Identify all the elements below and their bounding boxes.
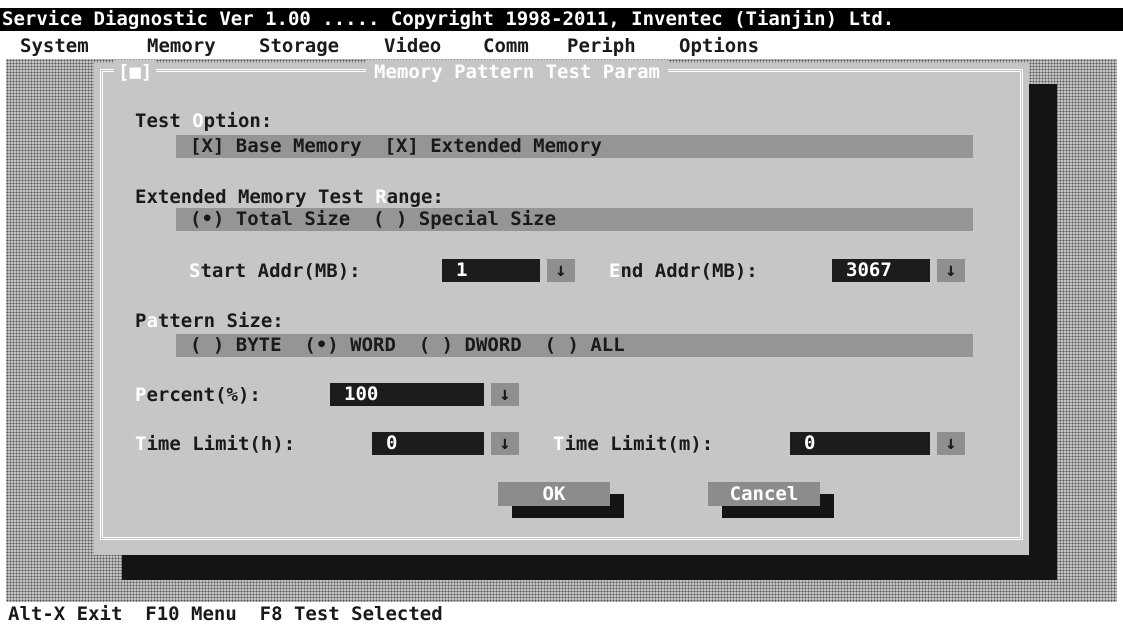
time-limit-m-input[interactable]: 0: [790, 432, 930, 455]
time-limit-h-input[interactable]: 0: [372, 432, 484, 455]
end-addr-hotkey: E: [609, 260, 621, 282]
menu-memory[interactable]: Memory: [147, 34, 216, 58]
pattern-size-hotkey: a: [146, 310, 158, 332]
menu-comm[interactable]: Comm: [483, 34, 529, 58]
menu-bar: System Memory Storage Video Comm Periph …: [0, 31, 1123, 59]
test-option-label: Test Option:: [135, 110, 273, 132]
dialog-close-button[interactable]: [■]: [114, 60, 157, 84]
range-radio-group[interactable]: (•) Total Size ( ) Special Size: [176, 208, 973, 231]
test-option-checkboxes[interactable]: [X] Base Memory [X] Extended Memory: [176, 135, 973, 158]
start-addr-hotkey: S: [189, 260, 201, 282]
percent-input[interactable]: 100: [330, 383, 484, 406]
status-bar: Alt-X Exit F10 Menu F8 Test Selected: [8, 603, 443, 625]
range-label: Extended Memory Test Range:: [135, 186, 444, 208]
end-addr-dropdown-icon[interactable]: ↓: [937, 259, 965, 282]
percent-dropdown-icon[interactable]: ↓: [491, 383, 519, 406]
title-bar: Service Diagnostic Ver 1.00 ..... Copyri…: [0, 8, 1123, 31]
time-limit-m-hotkey: T: [553, 433, 565, 455]
ok-button[interactable]: OK: [498, 482, 610, 506]
pattern-size-radio-group[interactable]: ( ) BYTE (•) WORD ( ) DWORD ( ) ALL: [176, 334, 973, 357]
time-limit-m-dropdown-icon[interactable]: ↓: [937, 432, 965, 455]
time-limit-h-hotkey: T: [135, 433, 147, 455]
pattern-size-label: Pattern Size:: [135, 310, 284, 332]
range-hotkey: R: [375, 186, 387, 208]
time-limit-h-dropdown-icon[interactable]: ↓: [491, 432, 519, 455]
end-addr-input[interactable]: 3067: [832, 259, 930, 282]
time-limit-h-label: Time Limit(h):: [135, 433, 296, 455]
percent-label: Percent(%):: [135, 384, 261, 406]
start-addr-label: Start Addr(MB):: [189, 260, 361, 282]
menu-video[interactable]: Video: [384, 34, 441, 58]
menu-storage[interactable]: Storage: [259, 34, 339, 58]
start-addr-input[interactable]: 1: [442, 259, 540, 282]
percent-hotkey: P: [135, 384, 147, 406]
end-addr-label: End Addr(MB):: [609, 260, 758, 282]
cancel-button[interactable]: Cancel: [708, 482, 820, 506]
dialog-title: Memory Pattern Test Param: [366, 60, 668, 84]
menu-periph[interactable]: Periph: [567, 34, 636, 58]
menu-system[interactable]: System: [20, 34, 89, 58]
start-addr-dropdown-icon[interactable]: ↓: [547, 259, 575, 282]
time-limit-m-label: Time Limit(m):: [553, 433, 714, 455]
test-option-hotkey: O: [192, 110, 204, 132]
menu-options[interactable]: Options: [679, 34, 759, 58]
